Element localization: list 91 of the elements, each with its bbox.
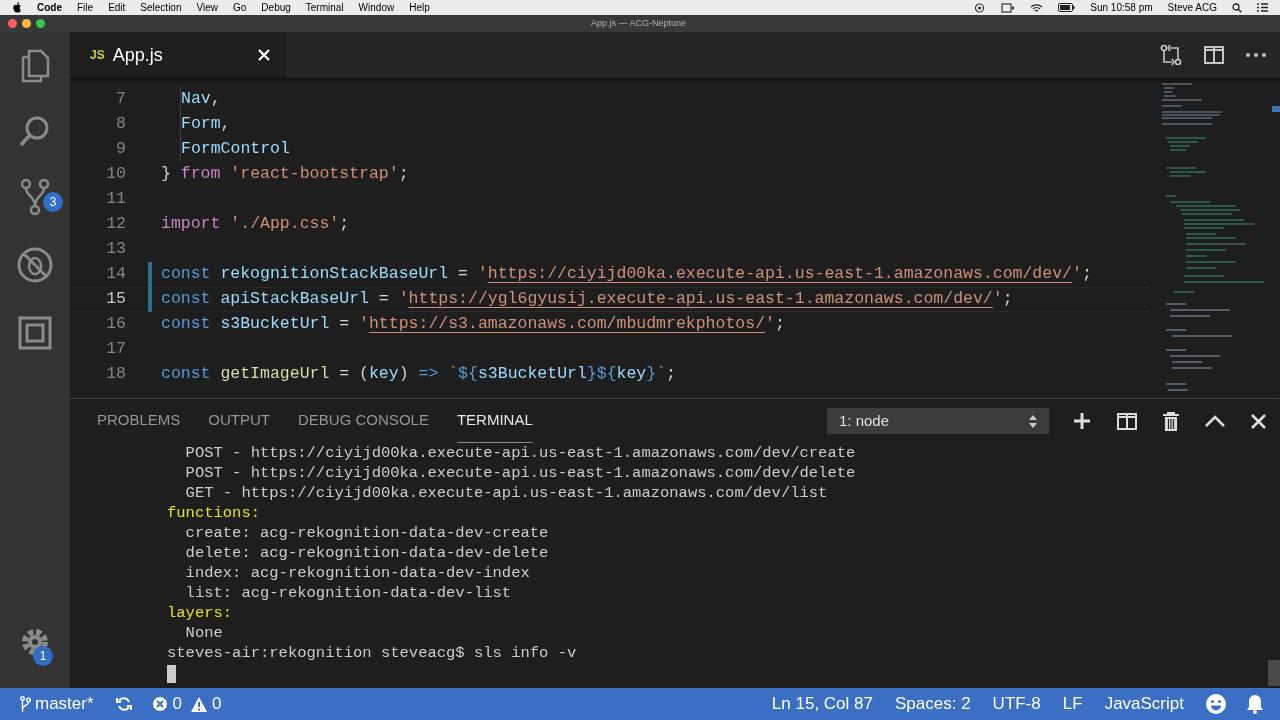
split-terminal-icon[interactable] xyxy=(1117,412,1137,430)
app-menu[interactable]: Code xyxy=(37,0,62,15)
menu-item[interactable]: Debug xyxy=(261,0,291,15)
line-number: 17 xyxy=(105,338,126,361)
changes-count-badge: 3 xyxy=(43,192,63,212)
line-number: 9 xyxy=(115,138,126,161)
terminal-line: list: acg-rekognition-data-dev-list xyxy=(184,583,513,603)
code-line: Form, xyxy=(180,112,231,137)
panel-tab[interactable]: DEBUG CONSOLE xyxy=(298,399,429,443)
plus-icon[interactable] xyxy=(1073,412,1091,430)
code-line: const rekognitionStackBaseUrl = 'https://ciyijd00ka.execute-api.us-east-1.amazonaws.com/dev/'; xyxy=(161,263,1092,286)
apple-logo-icon[interactable] xyxy=(12,2,22,13)
menu-item[interactable]: Edit xyxy=(108,0,126,15)
line-number: 18 xyxy=(105,363,126,386)
terminal-line: steves-air:rekognition steveacg$ sls info -v xyxy=(167,643,578,663)
branch-indicator[interactable]: master* xyxy=(20,691,94,717)
terminal-line: delete: acg-rekognition-data-dev-delete xyxy=(184,543,550,563)
chevron-up-icon[interactable] xyxy=(1205,415,1225,427)
editor-tab[interactable]: JS App.js xyxy=(70,32,286,78)
terminal-line: create: acg-rekognition-data-dev-create xyxy=(184,523,550,543)
source-control-icon[interactable] xyxy=(19,178,51,216)
menu-item[interactable]: Window xyxy=(358,0,395,15)
line-number: 8 xyxy=(115,113,126,136)
code-line: const s3BucketUrl = 'https://s3.amazonaws.com/mbudmrekphotos/'; xyxy=(161,313,785,336)
compare-changes-icon[interactable] xyxy=(1160,44,1182,66)
cursor-position[interactable]: Ln 15, Col 87 xyxy=(771,691,873,717)
menu-bar-user[interactable]: Steve ACG xyxy=(1167,0,1217,15)
menu-item[interactable]: Terminal xyxy=(305,0,344,15)
terminal-line: index: acg-rekognition-data-dev-index xyxy=(184,563,531,583)
terminal-line: None xyxy=(184,623,224,643)
window-title: App.js — ACG-Neptune xyxy=(590,16,686,30)
terminal-select[interactable]: 1: node xyxy=(827,408,1049,434)
panel-tab[interactable]: PROBLEMS xyxy=(97,399,181,443)
terminal-line: POST - https://ciyijd00ka.execute-api.us-east-1.amazonaws.com/dev/delete xyxy=(184,463,857,483)
terminal-cursor xyxy=(167,665,176,683)
sync-icon[interactable] xyxy=(115,696,132,712)
branch-icon xyxy=(20,696,31,712)
trash-icon[interactable] xyxy=(1163,411,1179,431)
terminal-line: POST - https://ciyijd00ka.execute-api.us-east-1.amazonaws.com/dev/create xyxy=(184,443,857,463)
battery-icon[interactable] xyxy=(1058,3,1076,12)
panel-tab[interactable]: OUTPUT xyxy=(208,399,271,443)
javascript-file-icon: JS xyxy=(90,46,105,64)
code-line: } from 'react-bootstrap'; xyxy=(161,163,409,186)
line-number: 14 xyxy=(105,263,126,286)
menu-item[interactable]: Selection xyxy=(140,0,182,15)
extensions-icon[interactable] xyxy=(18,316,52,350)
code-line: import './App.css'; xyxy=(161,213,350,236)
warning-icon xyxy=(191,696,208,712)
panel-tab[interactable]: TERMINAL xyxy=(456,399,533,443)
problems-indicator[interactable]: 0 0 xyxy=(151,691,222,717)
menu-item[interactable]: Go xyxy=(233,0,247,15)
encoding[interactable]: UTF-8 xyxy=(992,691,1041,717)
smiley-icon[interactable] xyxy=(1206,694,1226,714)
more-actions-icon[interactable] xyxy=(1246,53,1266,57)
code-line: const apiStackBaseUrl = 'https://ygl6gyusij.execute-api.us-east-1.amazonaws.com/dev/'; xyxy=(161,288,1013,311)
files-icon[interactable] xyxy=(20,48,50,84)
terminal-line: GET - https://ciyijd00ka.execute-api.us-east-1.amazonaws.com/dev/list xyxy=(184,483,829,503)
updates-count-badge: 1 xyxy=(33,646,53,666)
search-icon[interactable] xyxy=(1232,2,1242,13)
line-ending[interactable]: LF xyxy=(1062,691,1083,717)
settings-icon[interactable] xyxy=(19,626,51,658)
menu-item[interactable]: View xyxy=(196,0,218,15)
menu-item[interactable]: File xyxy=(77,0,94,15)
line-number: 16 xyxy=(105,313,126,336)
split-editor-icon[interactable] xyxy=(1204,46,1224,64)
code-line: Nav, xyxy=(180,87,221,112)
menu-item[interactable]: Help xyxy=(409,0,430,15)
scrollbar-thumb[interactable] xyxy=(1268,660,1280,686)
close-icon[interactable] xyxy=(1251,413,1266,429)
terminal-line: layers: xyxy=(167,603,234,623)
code-line: const getImageUrl = (key) => `${s3BucketUrl}${key}`; xyxy=(161,363,676,386)
no-bug-icon[interactable] xyxy=(16,246,54,284)
line-number: 13 xyxy=(105,238,126,261)
language-mode[interactable]: JavaScript xyxy=(1104,691,1184,717)
line-number: 15 xyxy=(105,288,126,311)
bell-icon[interactable] xyxy=(1246,694,1264,714)
menu-bar-clock[interactable]: Sun 10:58 pm xyxy=(1090,0,1153,15)
line-number: 7 xyxy=(115,88,126,111)
wifi-icon[interactable] xyxy=(1030,2,1044,13)
line-number: 12 xyxy=(105,213,126,236)
close-window-button[interactable] xyxy=(8,19,17,28)
list-icon[interactable] xyxy=(1257,3,1268,12)
minimize-window-button[interactable] xyxy=(22,19,31,28)
updown-caret-icon xyxy=(1029,414,1037,428)
line-number: 10 xyxy=(105,163,126,186)
indentation[interactable]: Spaces: 2 xyxy=(895,691,971,717)
terminal-line: functions: xyxy=(167,503,261,523)
error-icon xyxy=(151,696,168,712)
line-number: 11 xyxy=(105,188,126,211)
code-line: FormControl xyxy=(180,137,290,162)
zoom-window-button[interactable] xyxy=(36,19,45,28)
